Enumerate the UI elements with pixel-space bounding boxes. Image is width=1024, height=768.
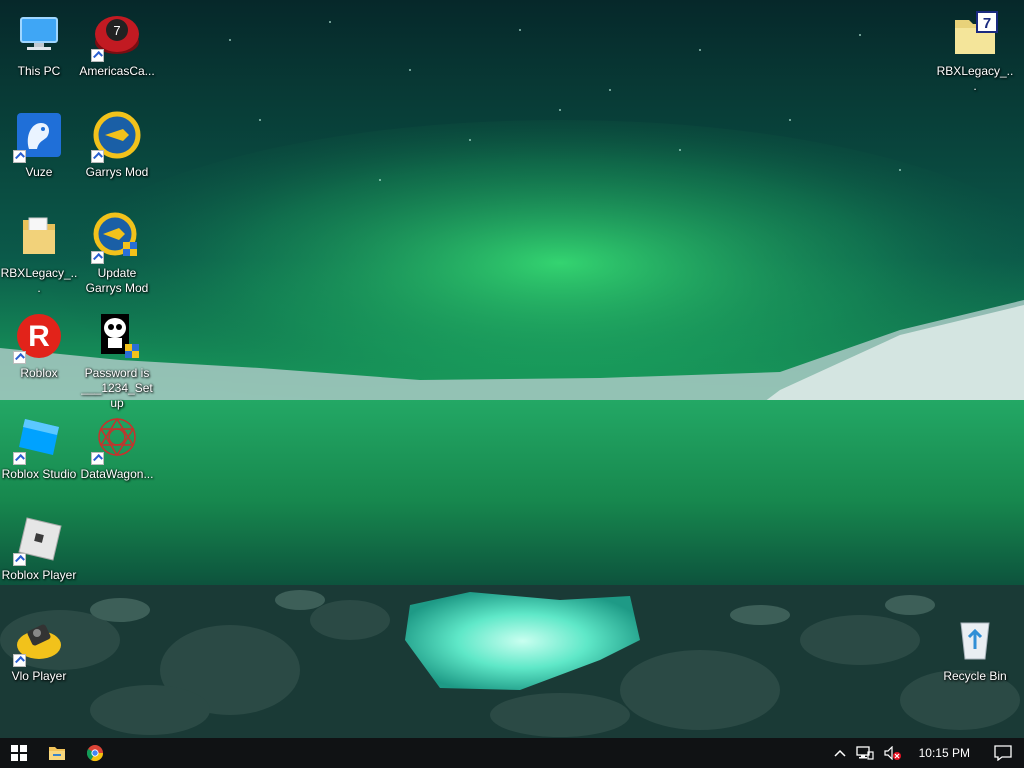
shortcut-arrow-icon bbox=[91, 150, 104, 163]
datawagon-icon bbox=[91, 413, 141, 465]
folder-icon bbox=[15, 212, 63, 260]
desktop-icon-label: AmericasCa... bbox=[79, 64, 155, 78]
taskbar-clock[interactable]: 10:15 PM bbox=[907, 738, 982, 768]
desktop-icon-label: Recycle Bin bbox=[943, 669, 1007, 683]
computer-icon bbox=[15, 10, 63, 58]
desktop-icon-vlo-player[interactable]: Vlo Player bbox=[0, 611, 78, 707]
desktop-icon-label: Roblox Player bbox=[1, 568, 77, 582]
notification-icon bbox=[994, 745, 1012, 761]
vlo-player-icon bbox=[13, 615, 63, 667]
skull-setup-icon bbox=[93, 312, 141, 360]
action-center-button[interactable] bbox=[982, 738, 1024, 768]
desktop-icon-update-garrys-mod[interactable]: Update Garrys Mod bbox=[78, 208, 156, 304]
roblox-player-icon bbox=[13, 514, 63, 566]
desktop-icon-rbxlegacy-folder[interactable]: RBXLegacy_... bbox=[0, 208, 78, 304]
shortcut-arrow-icon bbox=[91, 49, 104, 62]
desktop-icon-label: Roblox bbox=[20, 366, 58, 380]
roblox-icon: R bbox=[13, 312, 63, 364]
windows-logo-icon bbox=[11, 745, 27, 761]
casino-chip-icon: 7 bbox=[91, 10, 141, 62]
desktop-icon-recycle-bin[interactable]: Recycle Bin bbox=[936, 611, 1014, 707]
desktop-icon-americas-cardroom[interactable]: 7 AmericasCa... bbox=[78, 6, 156, 102]
desktop-icon-garrys-mod[interactable]: Garrys Mod bbox=[78, 107, 156, 203]
network-icon bbox=[855, 746, 874, 760]
desktop-icon-label: DataWagon... bbox=[80, 467, 154, 481]
desktop-icon-roblox[interactable]: R Roblox bbox=[0, 308, 78, 404]
shortcut-arrow-icon bbox=[91, 251, 104, 264]
desktop-icon-label: Vlo Player bbox=[11, 669, 67, 683]
winrar-archive-icon: 7 bbox=[951, 10, 999, 58]
desktop-icon-this-pc[interactable]: This PC bbox=[0, 6, 78, 102]
svg-text:7: 7 bbox=[113, 23, 120, 38]
desktop-icon-label: This PC bbox=[17, 64, 61, 78]
volume-muted-icon bbox=[884, 746, 901, 760]
desktop-icon-vuze[interactable]: Vuze bbox=[0, 107, 78, 203]
shortcut-arrow-icon bbox=[13, 150, 26, 163]
shortcut-arrow-icon bbox=[13, 553, 26, 566]
desktop-icon-label: Update Garrys Mod bbox=[85, 266, 149, 295]
frog-icon bbox=[13, 111, 63, 163]
svg-text:R: R bbox=[28, 320, 50, 353]
desktop-icon-label: Vuze bbox=[25, 165, 53, 179]
file-explorer-icon bbox=[49, 747, 65, 760]
desktop-icon-roblox-studio[interactable]: Roblox Studio bbox=[0, 409, 78, 505]
tray-overflow-button[interactable] bbox=[829, 738, 851, 768]
tray-volume-button[interactable] bbox=[879, 738, 907, 768]
tray-network-button[interactable] bbox=[851, 738, 879, 768]
gmod-update-icon bbox=[91, 212, 141, 264]
desktop-icon-label: RBXLegacy_... bbox=[936, 64, 1014, 93]
recycle-bin-icon bbox=[951, 615, 999, 663]
taskbar-chrome[interactable] bbox=[76, 738, 114, 768]
shortcut-arrow-icon bbox=[13, 452, 26, 465]
desktop-icon-label: Garrys Mod bbox=[85, 165, 149, 179]
taskbar: 10:15 PM bbox=[0, 738, 1024, 768]
desktop-icon-label: Password is ___1234_Setup bbox=[81, 366, 153, 410]
desktop-icon-label: RBXLegacy_... bbox=[0, 266, 78, 295]
gmod-icon bbox=[91, 111, 141, 163]
chrome-icon bbox=[86, 745, 104, 762]
desktop-icon-rbxlegacy-archive[interactable]: 7 RBXLegacy_... bbox=[936, 6, 1014, 102]
chevron-up-icon bbox=[834, 749, 846, 757]
desktop-icon-datawagon[interactable]: DataWagon... bbox=[78, 409, 156, 505]
system-tray: 10:15 PM bbox=[829, 738, 1024, 768]
shortcut-arrow-icon bbox=[13, 654, 26, 667]
start-button[interactable] bbox=[0, 738, 38, 768]
taskbar-file-explorer[interactable] bbox=[38, 738, 76, 768]
shortcut-arrow-icon bbox=[91, 452, 104, 465]
roblox-studio-icon bbox=[13, 413, 63, 465]
svg-text:7: 7 bbox=[983, 15, 991, 32]
desktop-icon-label: Roblox Studio bbox=[1, 467, 77, 481]
shortcut-arrow-icon bbox=[13, 351, 26, 364]
desktop-icon-roblox-player[interactable]: Roblox Player bbox=[0, 510, 78, 606]
desktop-icon-password-setup[interactable]: Password is ___1234_Setup bbox=[78, 308, 156, 410]
